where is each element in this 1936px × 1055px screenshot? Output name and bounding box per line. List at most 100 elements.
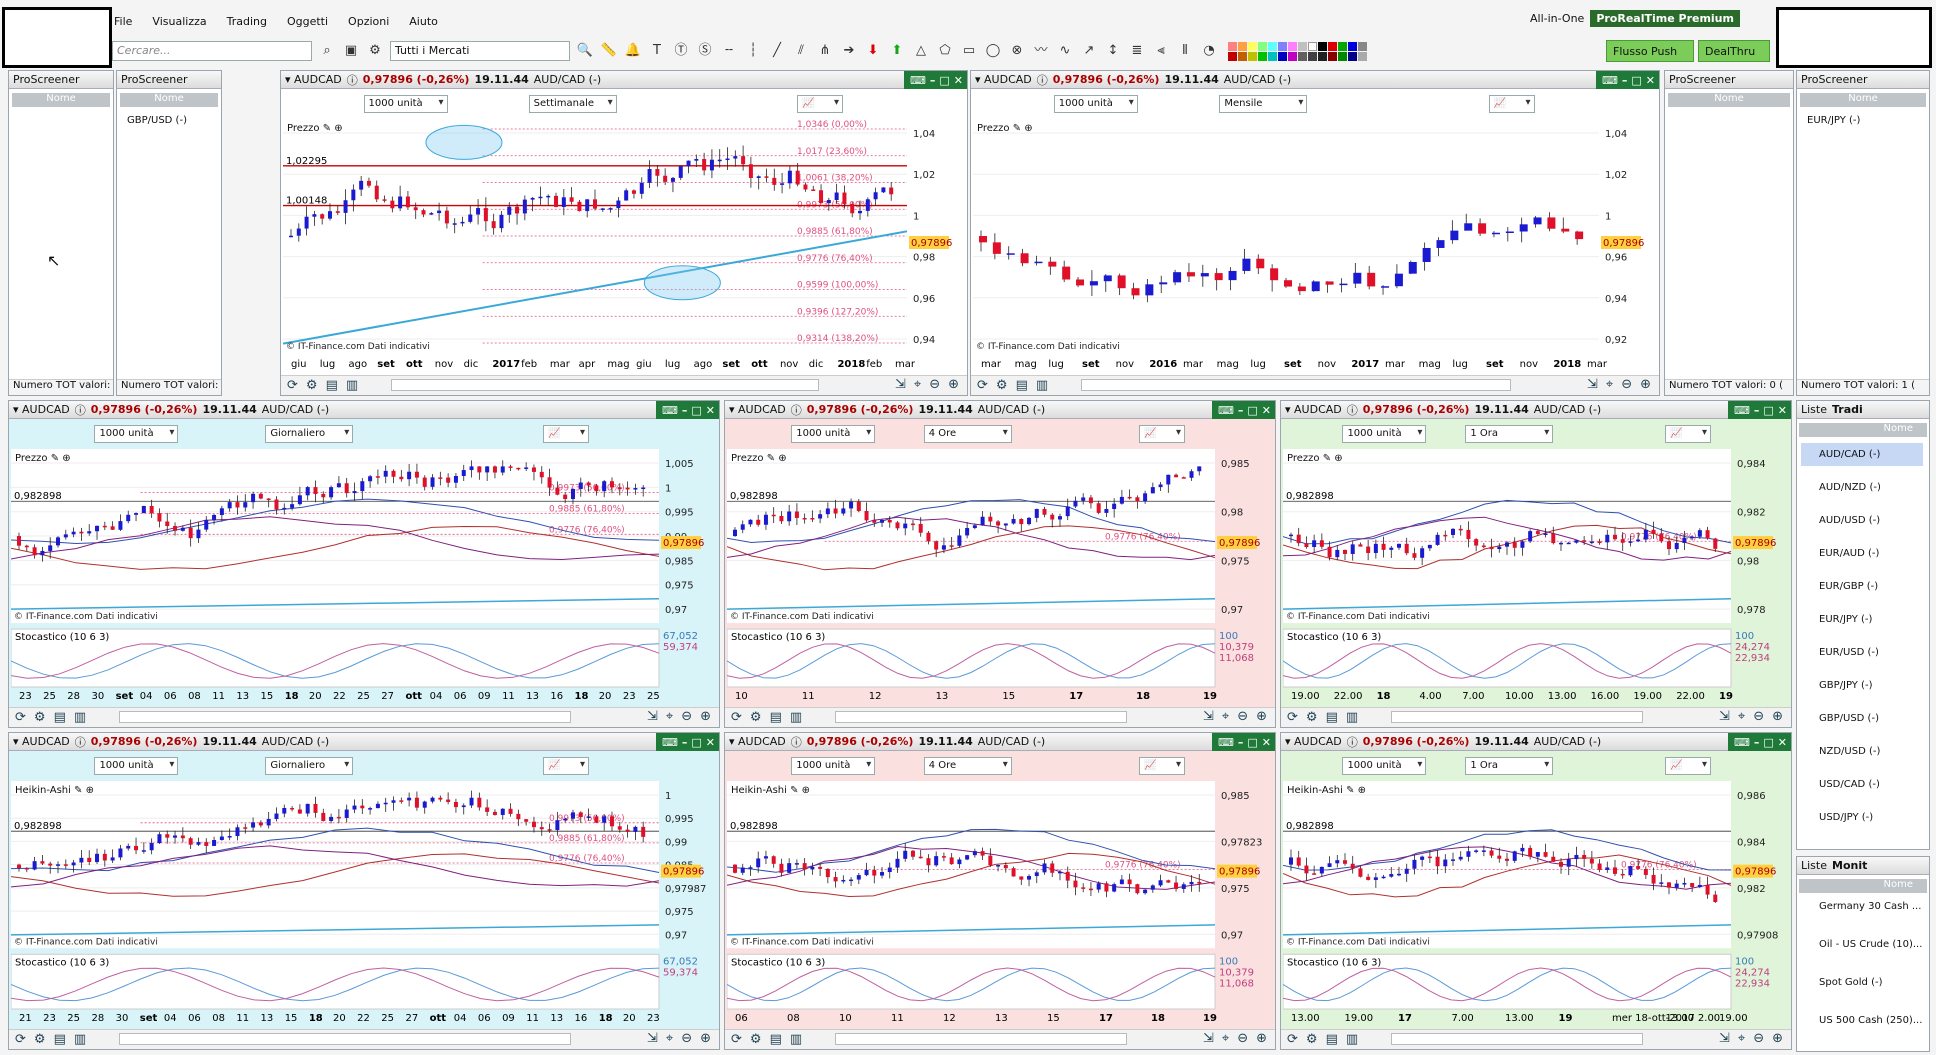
wave-icon[interactable]: 〰 [1032, 42, 1050, 60]
fib-fan-icon[interactable]: ⫷ [1152, 42, 1170, 60]
indicator-icon[interactable]: ▥ [790, 1032, 802, 1047]
flusso-push-button[interactable]: Flusso Push [1606, 40, 1694, 62]
watchlist-item[interactable]: EUR/JPY (-) [1801, 608, 1923, 631]
zoom-area-icon[interactable]: ⌖ [1222, 709, 1229, 724]
trendline-icon[interactable]: ╱ [768, 42, 786, 60]
zoom-out-icon[interactable]: ⊖ [1237, 709, 1248, 724]
zoom-in-icon[interactable]: ⊕ [1772, 709, 1783, 724]
wrench-icon[interactable]: ⚙ [750, 710, 762, 725]
zoom-out-icon[interactable]: ⊖ [681, 1031, 692, 1046]
screener-result[interactable]: EUR/JPY (-) [1807, 115, 1860, 126]
zoom-area-icon[interactable]: ⌖ [666, 1031, 673, 1046]
timeframe-select[interactable]: 4 Ore [923, 425, 1012, 443]
watchlist-item[interactable]: EUR/AUD (-) [1801, 542, 1923, 565]
maximize-icon[interactable]: □ [1631, 74, 1641, 87]
close-icon[interactable]: ✕ [1778, 736, 1787, 749]
indicator-icon[interactable]: ▥ [790, 710, 802, 725]
delete-objects-icon[interactable]: ⊗ [1008, 42, 1026, 60]
auto-icon[interactable]: ⇲ [1203, 709, 1214, 724]
close-icon[interactable]: ✕ [954, 74, 963, 87]
units-select[interactable]: 1000 unità [363, 95, 448, 113]
table-icon[interactable]: ▤ [1326, 1032, 1338, 1047]
refresh-icon[interactable]: ⟳ [977, 378, 988, 393]
cursor-icon[interactable]: ↕ [1104, 42, 1122, 60]
indicator-icon[interactable]: ▥ [1346, 1032, 1358, 1047]
units-select[interactable]: 1000 unità [94, 425, 179, 443]
indicator-icon[interactable]: ▥ [74, 710, 86, 725]
auto-icon[interactable]: ⇲ [1587, 377, 1598, 392]
watchlist-item[interactable]: AUD/CAD (-) [1801, 443, 1923, 466]
fib-retracement-icon[interactable]: ≣ [1128, 42, 1146, 60]
keyboard-icon[interactable]: ⌨ [662, 404, 678, 417]
menu-help[interactable]: Aiuto [407, 13, 440, 30]
refresh-icon[interactable]: ⟳ [287, 378, 298, 393]
zoom-out-icon[interactable]: ⊖ [1621, 377, 1632, 392]
close-icon[interactable]: ✕ [706, 736, 715, 749]
timeframe-select[interactable]: Giornaliero [265, 757, 354, 775]
dealthru-button[interactable]: DealThru [1698, 40, 1770, 62]
column-header-name[interactable]: Nome [1800, 93, 1926, 107]
keyboard-icon[interactable]: ⌨ [1734, 736, 1750, 749]
maximize-icon[interactable]: □ [691, 404, 701, 417]
timeframe-select[interactable]: 1 Ora [1465, 757, 1554, 775]
text-icon[interactable]: T [648, 42, 666, 60]
keyboard-icon[interactable]: ⌨ [1218, 736, 1234, 749]
screener-result[interactable]: GBP/USD (-) [127, 115, 187, 126]
window-controls[interactable]: ⌨ – □ ✕ [1595, 71, 1659, 89]
refresh-icon[interactable]: ⟳ [15, 1032, 26, 1047]
zoom-out-icon[interactable]: ⊖ [929, 377, 940, 392]
zoom-icon[interactable]: 🔍 [576, 42, 594, 60]
units-select[interactable]: 1000 unità [1342, 757, 1427, 775]
timeframe-select[interactable]: 1 Ora [1465, 425, 1554, 443]
polygon-icon[interactable]: ⬠ [936, 42, 954, 60]
table-icon[interactable]: ▤ [326, 378, 338, 393]
menu-options[interactable]: Opzioni [346, 13, 391, 30]
table-icon[interactable]: ▤ [770, 710, 782, 725]
arrow-down-icon[interactable]: ⬇ [864, 42, 882, 60]
timeframe-select[interactable]: Settimanale [528, 95, 617, 113]
close-icon[interactable]: ✕ [1646, 74, 1655, 87]
callout-icon[interactable]: Ⓢ [696, 42, 714, 60]
window-controls[interactable]: ⌨ – □ ✕ [903, 71, 967, 89]
window-controls[interactable]: ⌨ – □ ✕ [1211, 733, 1275, 751]
zoom-in-icon[interactable]: ⊕ [1256, 709, 1267, 724]
chart-type-select[interactable]: 📈 [1665, 757, 1711, 775]
minimize-icon[interactable]: – [1238, 404, 1244, 417]
zoom-out-icon[interactable]: ⊖ [681, 709, 692, 724]
keyboard-icon[interactable]: ⌨ [910, 74, 926, 87]
menu-view[interactable]: Visualizza [150, 13, 208, 30]
chart-type-select[interactable]: 📈 [1665, 425, 1711, 443]
minimize-icon[interactable]: – [682, 404, 688, 417]
minimize-icon[interactable]: – [1754, 404, 1760, 417]
alarm-icon[interactable]: 🔔 [624, 42, 642, 60]
timeframe-select[interactable]: Mensile [1219, 95, 1308, 113]
text-box-icon[interactable]: Ⓣ [672, 42, 690, 60]
channel-icon[interactable]: ⫽ [792, 42, 810, 60]
watchlist-item[interactable]: AUD/NZD (-) [1801, 476, 1923, 499]
ruler-icon[interactable]: 📏 [600, 42, 618, 60]
refresh-icon[interactable]: ⟳ [731, 710, 742, 725]
wrench-icon[interactable]: ⚙ [1306, 710, 1318, 725]
zoom-area-icon[interactable]: ⌖ [914, 377, 921, 392]
horizontal-scrollbar[interactable] [391, 379, 819, 391]
minimize-icon[interactable]: – [1238, 736, 1244, 749]
keyboard-icon[interactable]: ⌨ [1218, 404, 1234, 417]
zoom-out-icon[interactable]: ⊖ [1753, 1031, 1764, 1046]
column-header-name[interactable]: Nome [12, 93, 110, 107]
refresh-icon[interactable]: ⟳ [731, 1032, 742, 1047]
horizontal-scrollbar[interactable] [119, 1033, 571, 1045]
indicator-icon[interactable]: ▥ [1346, 710, 1358, 725]
tab-liste[interactable]: Liste [1801, 403, 1827, 416]
gann-icon[interactable]: ◔ [1200, 42, 1218, 60]
horizontal-scrollbar[interactable] [119, 711, 571, 723]
window-controls[interactable]: ⌨ – □ ✕ [655, 733, 719, 751]
zoom-out-icon[interactable]: ⊖ [1753, 709, 1764, 724]
units-select[interactable]: 1000 unità [94, 757, 179, 775]
auto-icon[interactable]: ⇲ [1203, 1031, 1214, 1046]
watchlist-item[interactable]: EUR/USD (-) [1801, 641, 1923, 664]
minimize-icon[interactable]: – [930, 74, 936, 87]
watchlist-item[interactable]: USD/CAD (-) [1801, 773, 1923, 796]
wave2-icon[interactable]: ∿ [1056, 42, 1074, 60]
zoom-in-icon[interactable]: ⊕ [700, 709, 711, 724]
menu-objects[interactable]: Oggetti [285, 13, 330, 30]
